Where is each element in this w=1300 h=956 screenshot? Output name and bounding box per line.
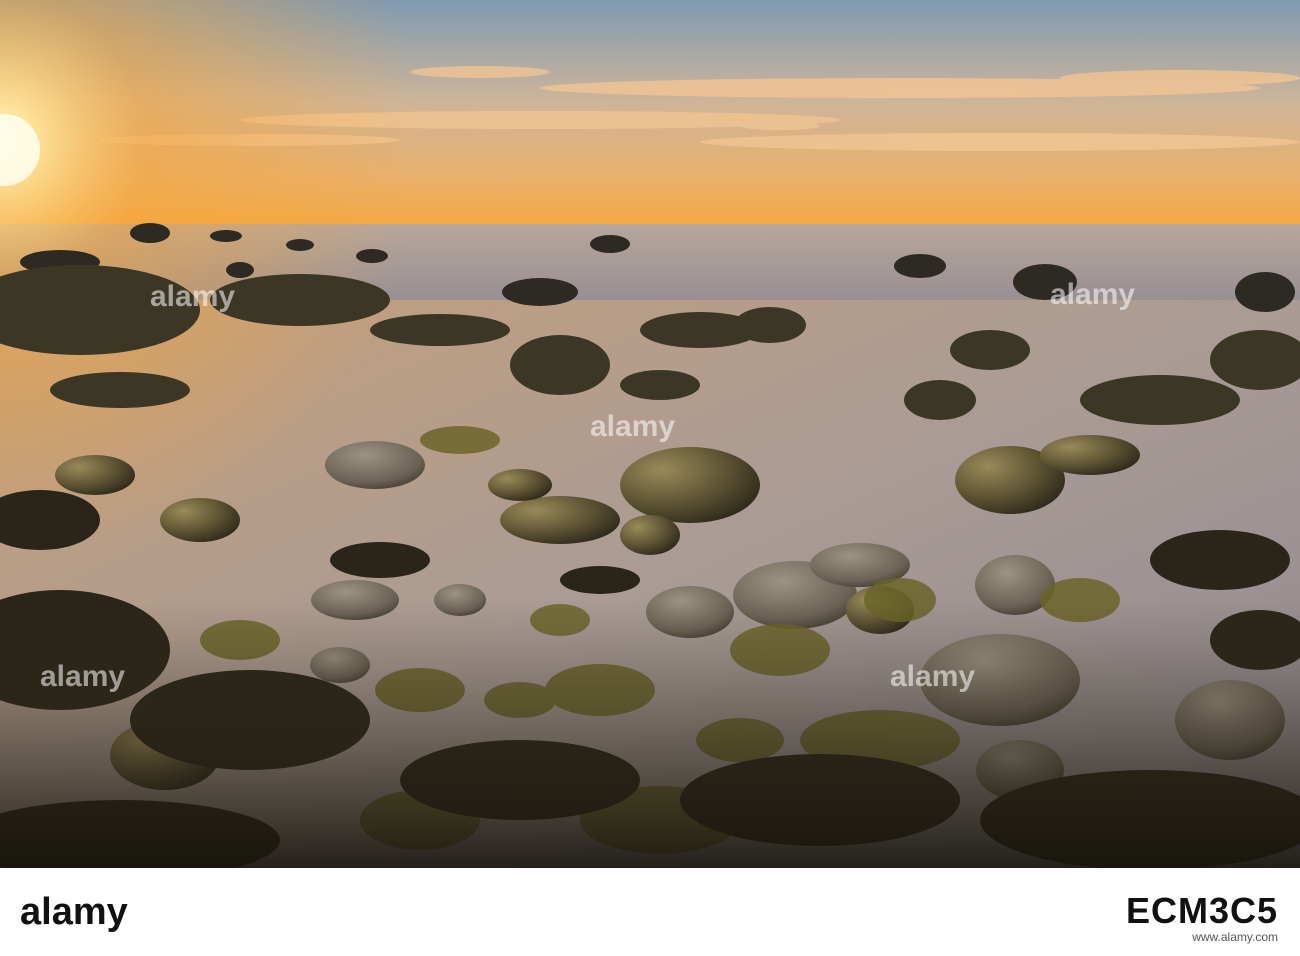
watermark-logo: alamy [1050,278,1136,311]
watermark-logo: alamy [40,660,126,693]
foreground-shade [0,600,1300,868]
watermark-logo: alamy [890,660,976,693]
stock-footer-bar [0,868,1300,956]
site-url-label: www.alamy.com [1192,930,1278,944]
alamy-logo: alamy [20,891,128,933]
photo-frame: alamy alamy alamy alamy alamy alamy ECM3… [0,0,1300,956]
watermark-logo: alamy [590,410,676,443]
watermark-logo: alamy [150,280,236,313]
image-id-label: ECM3C5 [1125,890,1278,931]
svg-text:alamy: alamy [20,891,128,933]
